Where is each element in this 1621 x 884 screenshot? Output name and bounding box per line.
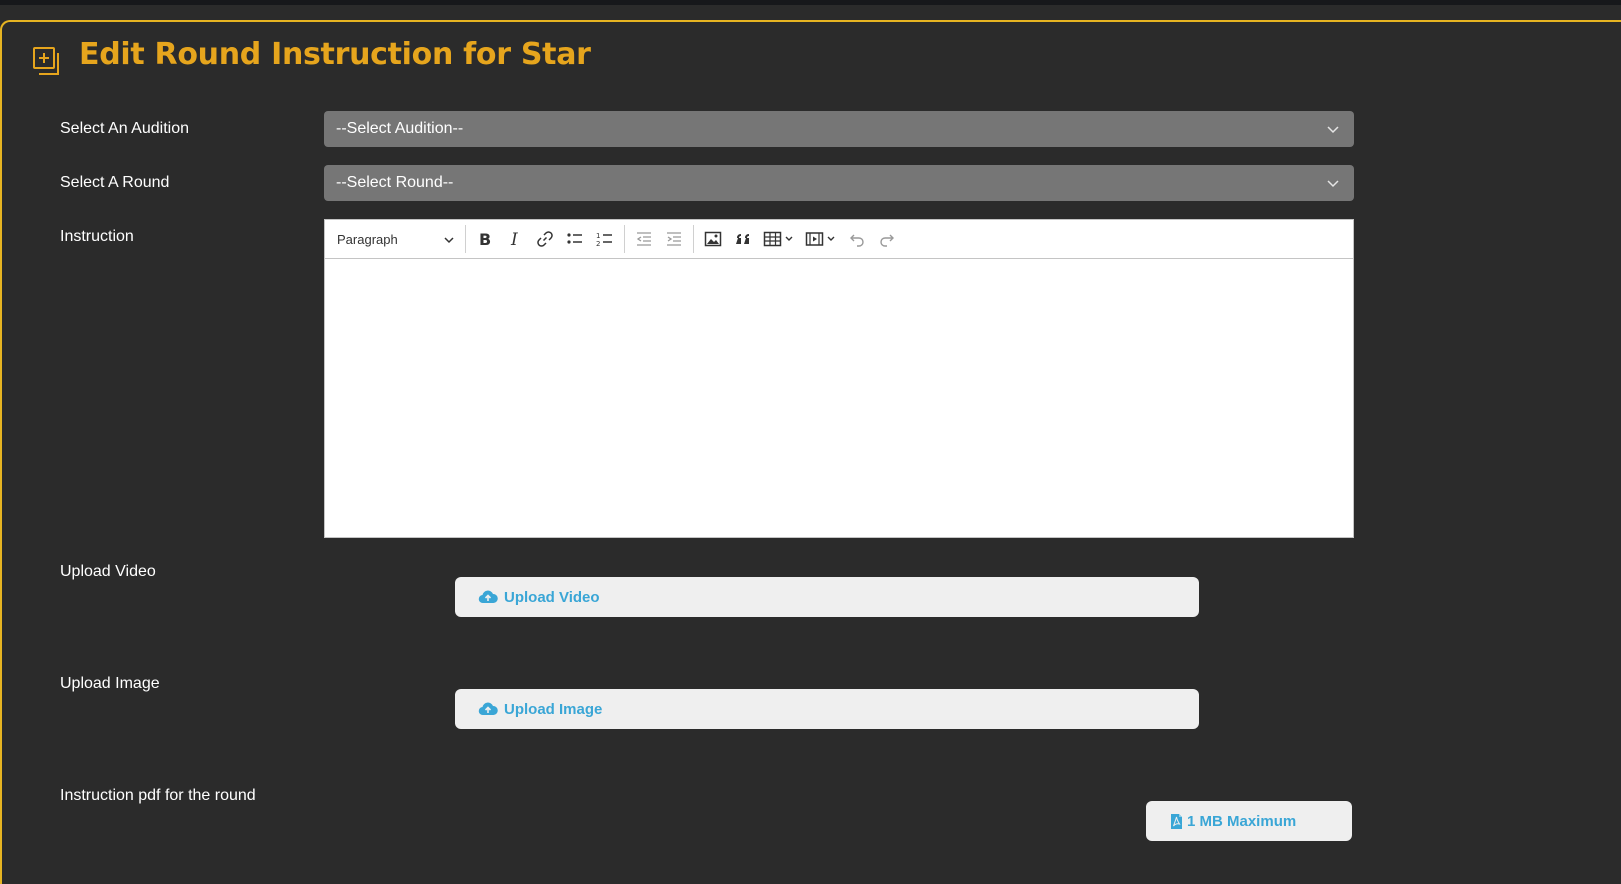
audition-label: Select An Audition <box>60 120 189 137</box>
upload-video-button-label: Upload Video <box>504 588 600 606</box>
audition-select[interactable]: --Select Audition-- <box>324 111 1354 147</box>
toolbar-separator <box>693 225 694 253</box>
outdent-icon <box>636 232 651 246</box>
add-copy-icon <box>33 47 59 75</box>
round-select-value: --Select Round-- <box>336 174 454 191</box>
instruction-pdf-label: Instruction pdf for the round <box>60 787 256 804</box>
upload-pdf-button[interactable]: 1 MB Maximum <box>1146 801 1352 841</box>
upload-image-label: Upload Image <box>60 675 160 692</box>
insert-image-button[interactable] <box>698 225 728 253</box>
undo-button[interactable] <box>842 225 872 253</box>
toolbar-separator <box>465 225 466 253</box>
chevron-down-icon <box>444 237 454 244</box>
blockquote-icon <box>736 234 749 244</box>
chevron-down-icon <box>1327 126 1339 134</box>
heading-dropdown[interactable]: Paragraph <box>329 225 461 253</box>
upload-pdf-button-label: 1 MB Maximum <box>1187 812 1297 830</box>
italic-button[interactable]: I <box>500 225 530 253</box>
heading-dropdown-value: Paragraph <box>337 231 398 247</box>
table-icon <box>763 231 793 247</box>
top-bar <box>0 0 1621 5</box>
upload-image-button-label: Upload Image <box>504 700 603 718</box>
outdent-button[interactable] <box>629 225 659 253</box>
editor-toolbar: Paragraph B I 1 2 <box>325 220 1353 259</box>
image-icon <box>704 231 722 247</box>
svg-text:B: B <box>479 230 491 248</box>
bulleted-list-button[interactable] <box>560 225 590 253</box>
insert-table-button[interactable] <box>758 225 800 253</box>
redo-icon <box>880 234 894 247</box>
rich-text-editor: Paragraph B I 1 2 <box>324 219 1354 538</box>
round-label: Select A Round <box>60 174 170 191</box>
bold-button[interactable]: B <box>470 225 500 253</box>
toolbar-separator <box>624 225 625 253</box>
chevron-down-icon <box>1327 180 1339 188</box>
svg-text:1: 1 <box>596 232 600 240</box>
audition-select-value: --Select Audition-- <box>336 120 464 137</box>
link-icon <box>537 231 553 247</box>
cloud-upload-icon <box>478 702 498 716</box>
undo-icon <box>850 234 864 247</box>
page-title: Edit Round Instruction for Star <box>79 37 591 72</box>
round-select[interactable]: --Select Round-- <box>324 165 1354 201</box>
indent-button[interactable] <box>659 225 689 253</box>
cloud-upload-icon <box>478 590 498 604</box>
upload-image-button[interactable]: Upload Image <box>455 689 1199 729</box>
redo-button[interactable] <box>872 225 902 253</box>
numbered-list-button[interactable]: 1 2 <box>590 225 620 253</box>
media-icon <box>805 232 835 246</box>
blockquote-button[interactable] <box>728 225 758 253</box>
indent-icon <box>667 232 681 246</box>
numbered-list-icon: 1 2 <box>596 232 612 248</box>
upload-video-button[interactable]: Upload Video <box>455 577 1199 617</box>
bold-icon: B <box>479 230 491 248</box>
svg-text:I: I <box>510 230 518 248</box>
upload-video-label: Upload Video <box>60 563 156 580</box>
bulleted-list-icon <box>567 233 582 244</box>
svg-text:2: 2 <box>596 240 600 248</box>
insert-media-button[interactable] <box>800 225 842 253</box>
link-button[interactable] <box>530 225 560 253</box>
italic-icon: I <box>510 230 518 248</box>
instruction-label: Instruction <box>60 228 134 245</box>
pdf-file-icon <box>1171 813 1182 829</box>
editor-content-area[interactable] <box>325 259 1353 537</box>
